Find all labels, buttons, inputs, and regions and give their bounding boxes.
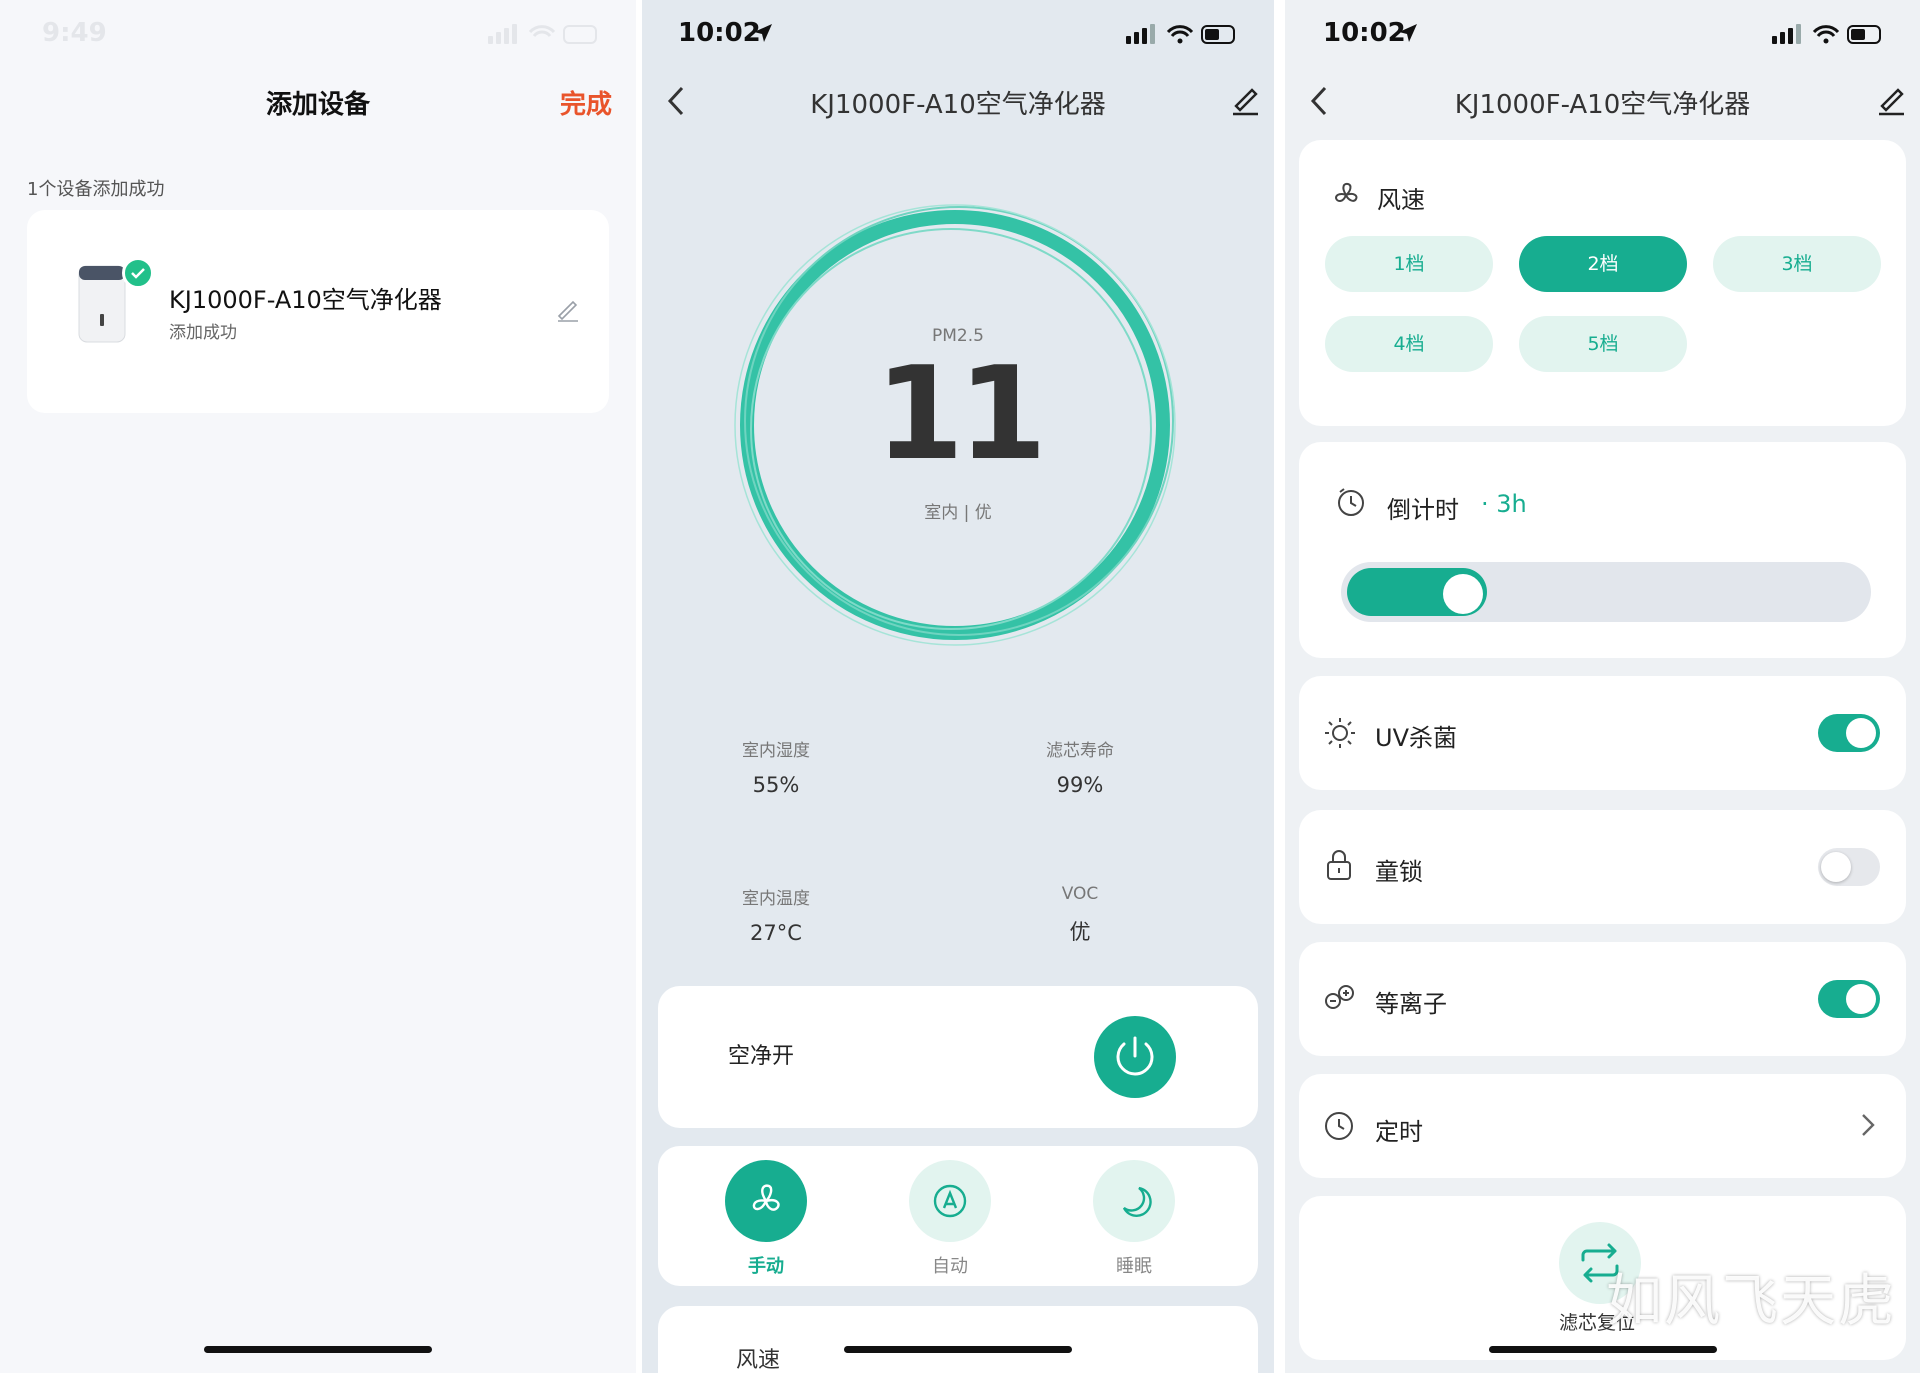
device-card[interactable]: KJ1000F-A10空气净化器 添加成功 <box>27 210 609 413</box>
stat-label: 室内湿度 <box>742 741 810 761</box>
stat-value: 55% <box>752 773 800 797</box>
status-time: 10:02 <box>678 18 761 48</box>
fan-icon <box>1331 180 1361 214</box>
countdown-slider-handle[interactable] <box>1443 574 1483 614</box>
stat-value: 优 <box>1069 920 1091 944</box>
success-check-icon <box>122 257 154 289</box>
uv-card: UV杀菌 <box>1299 676 1906 790</box>
chevron-right-icon <box>1860 1112 1876 1142</box>
fan-icon <box>725 1160 807 1242</box>
screenshot-stage: 9:49 添加设备 完成 1个设备添加成功 KJ1000F-A10空气净化器 添… <box>0 0 1920 1373</box>
status-bar: 9:49 <box>0 14 636 54</box>
status-time: 9:49 <box>42 18 107 48</box>
edit-pencil-icon[interactable] <box>1230 82 1260 120</box>
speed-title: 风速 <box>1377 186 1425 214</box>
status-time: 10:02 <box>1323 18 1406 48</box>
mode-label: 手动 <box>748 1256 784 1277</box>
mode-label: 睡眠 <box>1116 1256 1152 1277</box>
device-title: KJ1000F-A10空气净化器 <box>810 90 1106 120</box>
panel-divider <box>1274 0 1285 1373</box>
device-title: KJ1000F-A10空气净化器 <box>1454 90 1751 120</box>
power-label: 空净开 <box>728 1044 795 1069</box>
navigation-bar: 添加设备 完成 <box>0 78 636 128</box>
plasma-toggle[interactable] <box>1818 980 1880 1018</box>
speed-chip-1[interactable]: 1档 <box>1325 236 1493 292</box>
status-bar: 10:02 <box>1285 14 1920 54</box>
stat-value: 27°C <box>750 921 802 945</box>
temperature-stat: 室内温度 27°C <box>676 884 876 945</box>
device-status: 添加成功 <box>169 323 237 343</box>
fan-speed-card: 风速 1档 2档 3档 4档 5档 <box>1299 140 1906 426</box>
purifier-settings-screen: 10:02 KJ1000F-A10空气净化器 风速 1档 2档 3档 4档 5档… <box>1285 0 1920 1373</box>
countdown-label: 倒计时 <box>1387 496 1459 524</box>
schedule-label: 定时 <box>1375 1118 1423 1146</box>
edit-pencil-icon[interactable] <box>1876 82 1906 120</box>
mode-sleep[interactable]: 睡眠 <box>1084 1160 1184 1278</box>
stat-label: 滤芯寿命 <box>1046 741 1114 761</box>
location-arrow-icon <box>1397 22 1419 48</box>
speed-chip-4[interactable]: 4档 <box>1325 316 1493 372</box>
speed-chip-5[interactable]: 5档 <box>1519 316 1687 372</box>
countdown-card: 倒计时 · 3h <box>1299 442 1906 658</box>
rename-pencil-icon[interactable] <box>555 296 581 326</box>
plasma-label: 等离子 <box>1375 990 1447 1018</box>
child-lock-toggle[interactable] <box>1818 848 1880 886</box>
countdown-value: · 3h <box>1481 490 1527 518</box>
air-quality-status: 室内 | 优 <box>924 503 992 523</box>
humidity-stat: 室内湿度 55% <box>676 736 876 797</box>
pm25-value: 11 <box>874 340 1047 489</box>
mode-card: 手动 自动 睡眠 <box>658 1146 1258 1286</box>
voc-stat: VOC 优 <box>980 884 1180 946</box>
page-title: 添加设备 <box>265 90 370 120</box>
schedule-row[interactable]: 定时 <box>1299 1074 1906 1178</box>
status-icons <box>1122 20 1242 52</box>
power-button[interactable] <box>1094 1016 1176 1098</box>
stat-label: 室内温度 <box>742 889 810 909</box>
plasma-card: 等离子 <box>1299 942 1906 1056</box>
mode-auto[interactable]: 自动 <box>900 1160 1000 1278</box>
moon-icon <box>1093 1160 1175 1242</box>
speed-chip-3[interactable]: 3档 <box>1713 236 1881 292</box>
lock-icon <box>1323 848 1355 886</box>
home-indicator <box>204 1346 432 1353</box>
uv-label: UV杀菌 <box>1375 724 1457 752</box>
location-arrow-icon <box>752 22 774 48</box>
device-name: KJ1000F-A10空气净化器 <box>169 286 442 314</box>
power-icon <box>1116 1036 1154 1076</box>
ion-icon <box>1323 982 1357 1016</box>
mode-label: 自动 <box>932 1256 968 1277</box>
status-icons <box>484 20 604 52</box>
filter-life-stat: 滤芯寿命 99% <box>980 736 1180 797</box>
add-device-screen: 9:49 添加设备 完成 1个设备添加成功 KJ1000F-A10空气净化器 添… <box>0 0 636 1373</box>
speed-card-peek: 风速 <box>658 1306 1258 1373</box>
clock-icon <box>1323 1110 1355 1146</box>
countdown-slider[interactable] <box>1341 562 1871 622</box>
home-indicator <box>844 1346 1072 1353</box>
done-button[interactable]: 完成 <box>560 84 612 121</box>
stat-value: 99% <box>1056 773 1104 797</box>
purifier-device-icon <box>78 265 126 343</box>
status-icons <box>1768 20 1888 52</box>
uv-toggle[interactable] <box>1818 714 1880 752</box>
navigation-bar: KJ1000F-A10空气净化器 <box>642 78 1274 128</box>
navigation-bar: KJ1000F-A10空气净化器 <box>1285 78 1920 128</box>
timer-clock-icon <box>1335 486 1367 522</box>
speed-chip-2[interactable]: 2档 <box>1519 236 1687 292</box>
child-lock-label: 童锁 <box>1375 858 1423 886</box>
auto-icon <box>909 1160 991 1242</box>
power-card: 空净开 <box>658 986 1258 1128</box>
sun-icon <box>1323 716 1357 754</box>
child-lock-card: 童锁 <box>1299 810 1906 924</box>
home-indicator <box>1488 1346 1717 1353</box>
status-bar: 10:02 <box>642 14 1274 54</box>
purifier-main-screen: 10:02 KJ1000F-A10空气净化器 PM2.5 11 室内 | 优 室… <box>642 0 1274 1373</box>
added-count-text: 1个设备添加成功 <box>27 179 165 200</box>
mode-manual[interactable]: 手动 <box>716 1160 816 1278</box>
watermark-text: 如风飞天虎 <box>1606 1269 1896 1334</box>
speed-peek-label: 风速 <box>736 1348 781 1373</box>
stat-label: VOC <box>1061 884 1099 904</box>
